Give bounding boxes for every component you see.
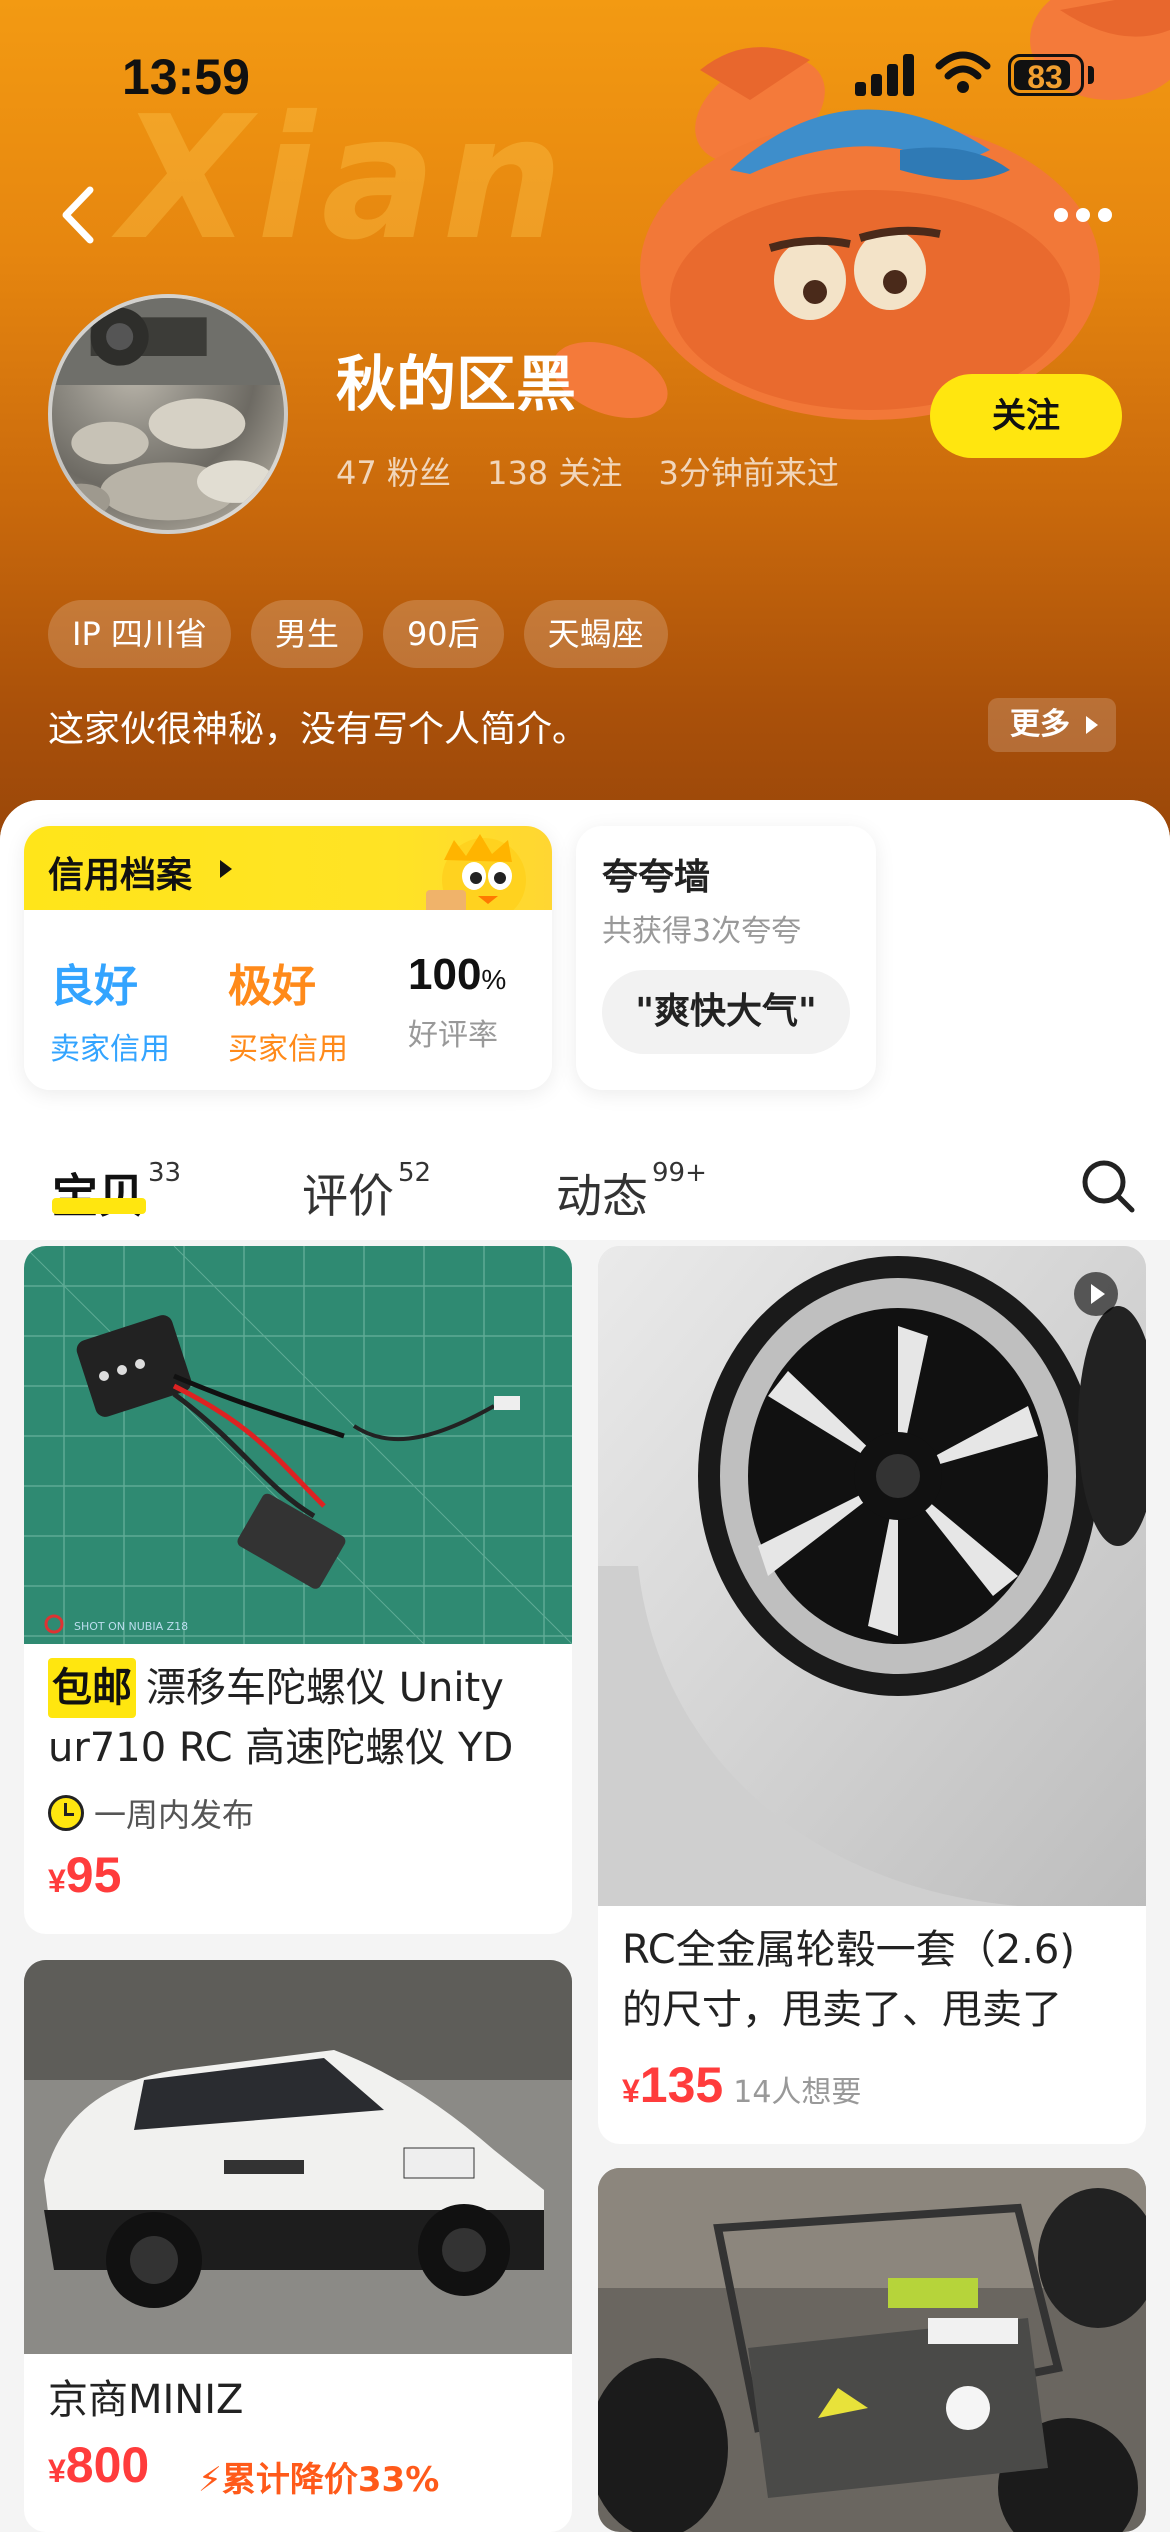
- buyer-credit-label: 买家信用: [228, 1032, 348, 1067]
- product-card[interactable]: [598, 2168, 1146, 2532]
- tab-moments-label: 动态: [556, 1169, 648, 1223]
- back-arrow-icon[interactable]: [52, 180, 112, 250]
- tab-moments[interactable]: 动态 99+: [556, 1158, 707, 1226]
- credit-header: 信用档案: [24, 826, 552, 922]
- praise-wall-title: 夸夸墙: [602, 857, 711, 898]
- cellular-signal-icon: [855, 52, 917, 96]
- product-price: ¥135 14人想要: [622, 2056, 861, 2114]
- currency-symbol: ¥: [48, 1863, 66, 1899]
- positive-rate: 100% 好评率: [408, 950, 506, 1054]
- status-bar: 13:59 83: [0, 0, 1170, 150]
- follow-button[interactable]: 关注: [930, 374, 1122, 458]
- tab-reviews-label: 评价: [302, 1169, 394, 1223]
- image-watermark: SHOT ON NUBIA Z18: [74, 1620, 188, 1633]
- tag-zodiac: 天蝎座: [523, 600, 668, 668]
- seller-credit-label: 卖家信用: [50, 1032, 170, 1067]
- active-tab-indicator: [52, 1198, 146, 1214]
- publish-time-tag: 一周内发布: [48, 1790, 254, 1836]
- more-profile-button[interactable]: 更多: [988, 698, 1116, 752]
- product-title-line2: 的尺寸，甩卖了、甩卖了: [622, 1987, 1062, 2033]
- free-shipping-badge: 包邮: [48, 1658, 136, 1718]
- product-price: ¥800: [48, 2436, 149, 2494]
- product-price: ¥95: [48, 1846, 121, 1904]
- seller-credit-value: 良好: [50, 961, 138, 1012]
- tab-items-label: 宝贝: [52, 1169, 144, 1223]
- product-image-crawler: [598, 2168, 1146, 2532]
- tab-moments-count: 99+: [652, 1158, 707, 1188]
- tab-reviews[interactable]: 评价 52: [302, 1158, 432, 1226]
- praise-tag: "爽快大气": [602, 970, 850, 1054]
- tab-items-count: 33: [148, 1158, 182, 1188]
- content-tabs: 宝贝 33 评价 52 动态 99+: [0, 1140, 1170, 1240]
- currency-symbol: ¥: [622, 2073, 640, 2109]
- price-value: 135: [639, 2057, 724, 2113]
- positive-rate-value: 100: [408, 950, 482, 999]
- user-stats: 47 粉丝 138 关注 3分钟前来过: [336, 448, 865, 494]
- battery-icon: 83: [1008, 54, 1084, 96]
- avatar[interactable]: [48, 294, 288, 534]
- product-title-line2: ur710 RC 高速陀螺仪 YD: [48, 1725, 514, 1771]
- product-card[interactable]: SHOT ON NUBIA Z18 包邮 漂移车陀螺仪 Unity ur710 R…: [24, 1246, 572, 1934]
- more-label: 更多: [1010, 707, 1070, 742]
- product-title: 包邮 漂移车陀螺仪 Unity: [48, 1658, 504, 1718]
- positive-rate-unit: %: [481, 964, 507, 995]
- product-card[interactable]: 京商MINIZ ¥800 ⚡累计降价33%: [24, 1960, 572, 2532]
- following-count[interactable]: 138 关注: [487, 454, 622, 492]
- lightning-icon: ⚡: [198, 2460, 222, 2500]
- status-time: 13:59: [122, 49, 250, 105]
- fans-count[interactable]: 47 粉丝: [336, 454, 451, 492]
- product-image-car: [24, 1960, 572, 2354]
- tag-ip-location: IP 四川省: [48, 600, 231, 668]
- praise-wall-subtitle: 共获得3次夸夸: [602, 914, 802, 949]
- price-value: 95: [65, 1847, 122, 1903]
- product-title-line1: 漂移车陀螺仪 Unity: [146, 1665, 504, 1711]
- product-title-line1: RC全金属轮毂一套（2.6): [622, 1927, 1075, 1973]
- caret-right-icon: [1086, 716, 1098, 734]
- buyer-credit-value: 极好: [228, 961, 316, 1012]
- tag-gender: 男生: [250, 600, 363, 668]
- tag-age-group: 90后: [382, 600, 504, 668]
- clock-icon: [48, 1795, 84, 1831]
- battery-cap: [1088, 66, 1094, 84]
- credit-title: 信用档案: [48, 855, 193, 896]
- battery-level: 83: [1027, 59, 1063, 95]
- product-title-line1: 京商MINIZ: [48, 2377, 244, 2423]
- profile-header: Xian 13:59 83 秋的区黑 47 粉丝 138 关注 3分钟前来过 关…: [0, 0, 1170, 840]
- buyer-credit: 极好 买家信用: [228, 950, 348, 1068]
- user-bio: 这家伙很神秘，没有写个人简介。: [48, 709, 589, 750]
- user-nickname: 秋的区黑: [336, 350, 576, 420]
- search-icon[interactable]: [1080, 1158, 1136, 1214]
- last-seen: 3分钟前来过: [658, 454, 839, 492]
- product-card[interactable]: RC全金属轮毂一套（2.6) 的尺寸，甩卖了、甩卖了 ¥135 14人想要: [598, 1246, 1146, 2144]
- price-cut-tag: ⚡累计降价33%: [198, 2452, 439, 2501]
- caret-right-icon: [220, 860, 232, 878]
- tab-items[interactable]: 宝贝 33: [52, 1158, 182, 1226]
- more-options-icon[interactable]: [1048, 200, 1118, 230]
- user-tags: IP 四川省 男生 90后 天蝎座: [48, 600, 668, 668]
- publish-time-text: 一周内发布: [94, 1796, 255, 1834]
- video-play-icon: [1074, 1272, 1118, 1316]
- seller-credit: 良好 卖家信用: [50, 950, 170, 1068]
- product-image-gyro: SHOT ON NUBIA Z18: [24, 1246, 572, 1644]
- price-value: 800: [65, 2437, 150, 2493]
- wifi-icon: [935, 51, 991, 93]
- credit-profile-card[interactable]: 信用档案 良好 卖家信用 极好 买家信用 100% 好评率: [24, 826, 552, 1090]
- price-cut-text: 累计降价33%: [221, 2460, 440, 2500]
- positive-rate-label: 好评率: [408, 1018, 498, 1053]
- praise-wall-card[interactable]: 夸夸墙 共获得3次夸夸 "爽快大气": [576, 826, 876, 1090]
- credit-body: 良好 卖家信用 极好 买家信用 100% 好评率: [24, 910, 552, 1090]
- currency-symbol: ¥: [48, 2453, 66, 2489]
- product-image-wheel: [598, 1246, 1146, 1906]
- tab-reviews-count: 52: [398, 1158, 432, 1188]
- want-count: 14人想要: [733, 2075, 862, 2110]
